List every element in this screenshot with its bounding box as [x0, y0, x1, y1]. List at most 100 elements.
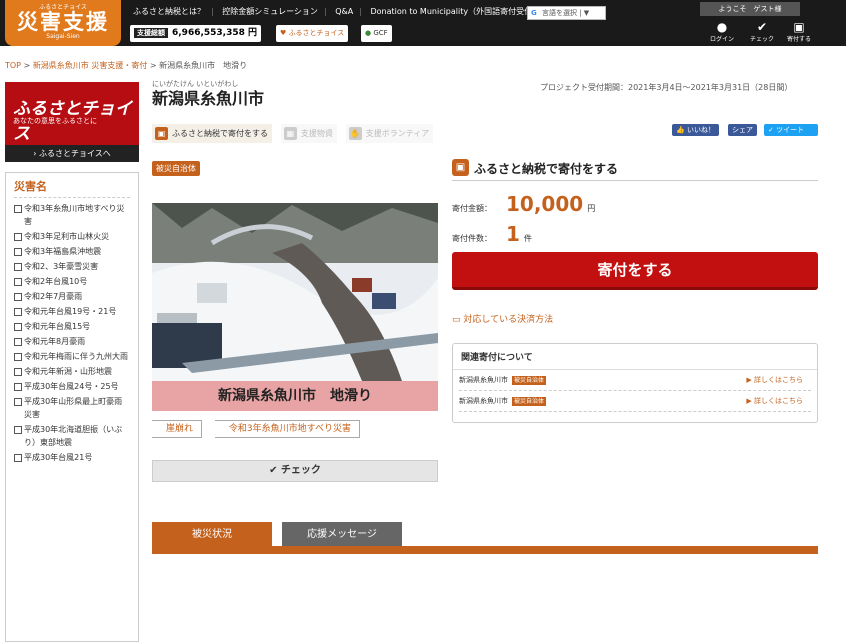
facebook-like-button[interactable]: 👍 いいね！ — [672, 124, 719, 136]
breadcrumb-city[interactable]: 新潟県糸魚川市 災害支援・寄付 — [33, 61, 148, 70]
amount-value: 10,000 — [506, 192, 584, 216]
related-donations: 関連寄付について 新潟県糸魚川市 被災自治体 ▶ 詳しくはこちら 新潟県糸魚川市被… — [452, 343, 818, 423]
page-title: 新潟県糸魚川市 — [152, 89, 265, 108]
project-title-block: にいがたけん いといがわし 新潟県糸魚川市 — [152, 79, 264, 109]
category-item[interactable]: 令和元年台風19号・21号 — [14, 305, 130, 318]
tab-damage-status[interactable]: 被災状況 — [152, 522, 272, 547]
login-label: ログイン — [709, 36, 734, 43]
category-item[interactable]: 平成30年台風24号・25号 — [14, 380, 130, 393]
tab-volunteer[interactable]: ✋ 支援ボランティア — [345, 124, 434, 143]
disaster-category-list: 災害名 令和3年糸魚川市地すべり災害 令和3年足利市山林火災 令和3年福島県沖地… — [5, 172, 139, 642]
category-item[interactable]: 令和2、3年豪雪災害 — [14, 260, 130, 273]
handshake-icon: ✋ — [348, 127, 362, 140]
choice-icon: ♥ — [280, 29, 289, 37]
category-item[interactable]: 平成30年北海道胆振（いぶり）東部地震 — [14, 423, 130, 449]
category-item[interactable]: 令和3年糸魚川市地すべり災害 — [14, 202, 130, 228]
chip-landslide[interactable]: 崖崩れ — [152, 420, 203, 438]
check-icon: ✔ — [756, 20, 768, 34]
affected-badge: 被災自治体 — [152, 161, 200, 176]
category-item[interactable]: 令和元年8月豪雨 — [14, 335, 130, 348]
amount-row: 寄付金額： 10,000 円 — [452, 192, 595, 216]
related-row: 新潟県糸魚川市 被災自治体 ▶ 詳しくはこちら — [459, 370, 811, 391]
gcf-link-label: GCF — [373, 29, 388, 37]
category-item[interactable]: 令和元年新潟・山形地震 — [14, 365, 130, 378]
project-period: プロジェクト受付期間：2021年3月4日〜2021年3月31日（28日間） — [540, 83, 793, 92]
category-item[interactable]: 令和3年福島県沖地震 — [14, 245, 130, 258]
google-icon: G — [531, 9, 537, 17]
related-link[interactable]: ▶ 詳しくはこちら — [746, 391, 803, 412]
nav-about[interactable]: ふるさと納税とは？ — [130, 7, 208, 16]
card-icon: ▭ — [452, 315, 464, 325]
choice-link[interactable]: ♥ ふるさとチョイス — [276, 25, 349, 42]
breadcrumb-top[interactable]: TOP — [5, 61, 21, 70]
donate-button[interactable]: 寄付をする — [452, 252, 818, 290]
payment-methods-link[interactable]: ▭ 対応している決済方法 — [452, 312, 553, 325]
category-item[interactable]: 令和2年台風10号 — [14, 275, 130, 288]
related-badge: 被災自治体 — [512, 376, 547, 385]
tweet-label: ツイート — [776, 126, 805, 134]
twitter-tweet-button[interactable]: ✓ ツイート — [764, 124, 818, 136]
check-label: チェック — [749, 36, 774, 43]
category-item[interactable]: 令和2年7月豪雨 — [14, 290, 130, 303]
related-badge: 被災自治体 — [512, 397, 547, 406]
tab-furusato-label: ふるさと納税で寄付をする — [172, 129, 268, 138]
related-title: 関連寄付について — [453, 344, 817, 370]
banner-subtitle: あなたの意思をふるさとに — [13, 117, 97, 125]
facebook-share-button[interactable]: シェア — [728, 124, 757, 136]
gift-icon: ▣ — [793, 20, 805, 34]
chip-disaster[interactable]: 令和3年糸魚川市地すべり災害 — [214, 420, 360, 438]
title-kana: にいがたけん いといがわし — [152, 80, 239, 88]
disaster-photo — [152, 183, 438, 381]
twitter-icon: ✓ — [768, 126, 777, 134]
check-button[interactable]: ✔ チェック — [152, 460, 438, 482]
tab-volunteer-label: 支援ボランティア — [365, 129, 430, 138]
related-row: 新潟県糸魚川市 被災自治体 ▶ 詳しくはこちら — [459, 391, 811, 412]
choice-banner[interactable]: ふるさとチョイス あなたの意思をふるさとに › ふるさとチョイスへ — [5, 82, 139, 162]
amount-label: 寄付金額： — [452, 204, 492, 213]
breadcrumb: TOP > 新潟県糸魚川市 災害支援・寄付 > 新潟県糸魚川市 地滑り — [5, 61, 248, 70]
tag-chips: 崖崩れ 令和3年糸魚川市地すべり災害 — [152, 420, 370, 438]
donate-header-button[interactable]: ▣ 寄付する — [781, 20, 817, 43]
payment-methods-label: 対応している決済方法 — [463, 315, 554, 325]
nav-qa[interactable]: Q&A — [332, 7, 356, 16]
amount-unit: 円 — [587, 204, 596, 213]
logo-en-text: Saigai-Sien — [46, 33, 80, 40]
category-item[interactable]: 平成30年山形県最上町豪雨災害 — [14, 395, 130, 421]
top-nav: ふるさと納税とは？ | 控除金額シミュレーション | Q&A | Donation t… — [130, 6, 543, 17]
related-link[interactable]: ▶ 詳しくはこちら — [746, 370, 803, 391]
user-icon: ● — [716, 20, 728, 34]
donate-heading: ▣ ふるさと納税で寄付をする — [452, 157, 818, 181]
related-name: 新潟県糸魚川市 — [459, 376, 508, 384]
nav-foreign[interactable]: Donation to Municipality（外国語寄付受付） — [367, 7, 543, 16]
language-select-label: 言語を選択 | ▼ — [542, 9, 590, 17]
category-item[interactable]: 令和元年梅雨に伴う九州大雨 — [14, 350, 130, 363]
sidebar: ふるさとチョイス あなたの意思をふるさとに › ふるさとチョイスへ 災害名 令和… — [5, 82, 139, 642]
category-item[interactable]: 平成30年台風21号 — [14, 451, 130, 464]
tab-supplies[interactable]: ▦ 支援物資 — [280, 124, 337, 143]
count-row: 寄付件数： 1 件 — [452, 222, 532, 246]
gift-icon: ▣ — [452, 159, 469, 176]
welcome-text: ようこそ ゲスト様 — [700, 2, 800, 16]
nav-simulation[interactable]: 控除金額シミュレーション — [219, 7, 321, 16]
site-logo[interactable]: ふるさとチョイス 災害支援 Saigai-Sien — [5, 0, 121, 46]
facebook-like-label: いいね！ — [686, 126, 715, 134]
tab-messages[interactable]: 応援メッセージ — [282, 522, 402, 547]
count-value: 1 — [506, 222, 520, 246]
related-name: 新潟県糸魚川市 — [459, 397, 508, 405]
tab-underline — [152, 546, 818, 554]
gcf-link[interactable]: ● GCF — [361, 25, 392, 42]
language-select[interactable]: G 言語を選択 | ▼ — [527, 6, 606, 20]
tab-furusato-donate[interactable]: ▣ ふるさと納税で寄付をする — [152, 124, 272, 143]
category-item[interactable]: 令和3年足利市山林火災 — [14, 230, 130, 243]
header: ふるさとチョイス 災害支援 Saigai-Sien ふるさと納税とは？ | 控除金… — [0, 0, 846, 46]
category-title: 災害名 — [14, 178, 130, 198]
category-item[interactable]: 令和元年台風15号 — [14, 320, 130, 333]
banner-link[interactable]: › ふるさとチョイスへ — [5, 145, 139, 162]
donate-header-label: 寄付する — [786, 36, 811, 43]
choice-link-label: ふるさとチョイス — [288, 29, 345, 37]
login-button[interactable]: ● ログイン — [704, 20, 740, 43]
box-icon: ▦ — [283, 127, 297, 140]
total-support: 支援総額 6,966,553,358 円 — [130, 25, 262, 42]
check-button[interactable]: ✔ チェック — [744, 20, 780, 43]
photo-caption: 新潟県糸魚川市 地滑り — [152, 381, 438, 411]
